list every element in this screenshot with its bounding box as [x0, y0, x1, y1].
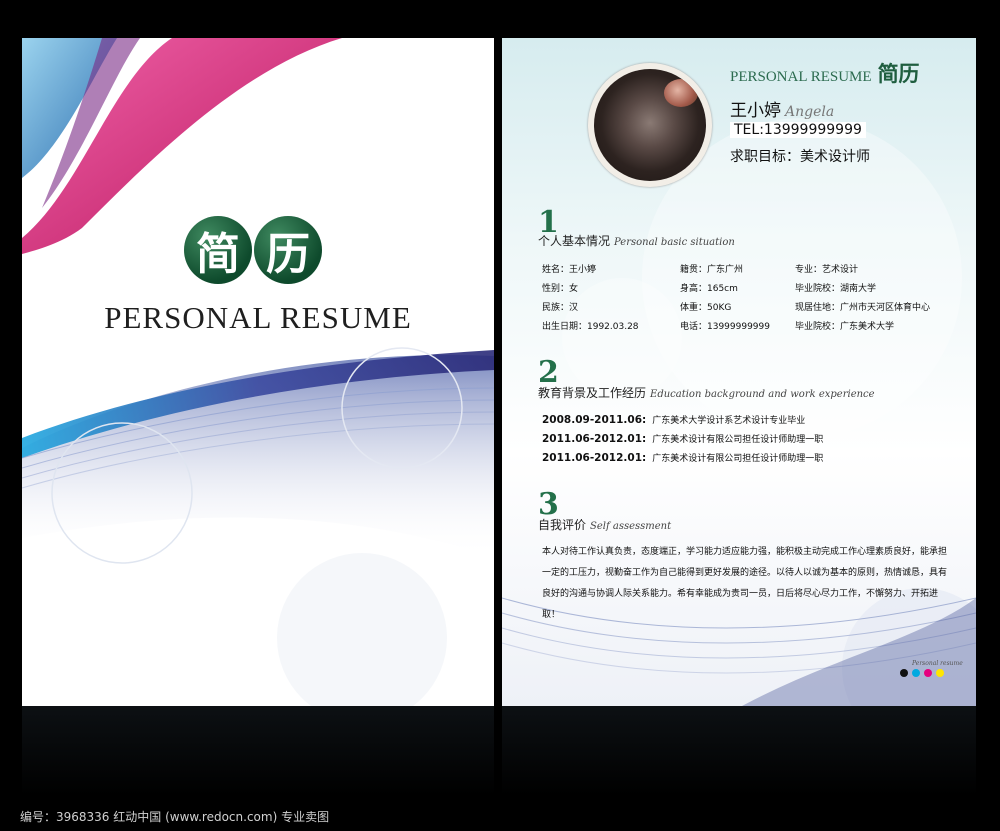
palette-dot-black	[900, 669, 908, 677]
resume-header-cn: 简历	[877, 62, 920, 86]
info-height: 身高：165cm	[680, 284, 738, 294]
education-entry: 2011.06-2012.01: 广东美术设计有限公司担任设计师助理一职	[542, 451, 823, 464]
info-major: 专业：艺术设计	[795, 265, 859, 275]
info-birthdate: 出生日期：1992.03.28	[542, 322, 639, 332]
section-title-basic: 个人基本情况 Personal basic situation	[538, 232, 735, 249]
info-gender: 性别：女	[542, 284, 579, 294]
photo-placeholder-icon	[594, 69, 706, 181]
info-ethnicity: 民族：汉	[542, 303, 579, 313]
candidate-name: 王小婷 Angela	[730, 96, 834, 121]
resume-reflection	[502, 706, 976, 796]
cover-decoration	[22, 38, 494, 706]
info-weight: 体重：50KG	[680, 303, 732, 313]
education-desc: 广东美术大学设计系艺术设计专业毕业	[652, 416, 806, 426]
section-title-cn: 教育背景及工作经历	[538, 386, 647, 400]
section-title-cn: 个人基本情况	[538, 234, 611, 248]
resume-header: PERSONAL RESUME 简历	[730, 58, 920, 88]
info-address: 现居住地：广州市天河区体育中心	[795, 303, 931, 313]
education-date: 2011.06-2012.01:	[542, 433, 647, 445]
cover-page: 简 历 PERSONAL RESUME	[22, 38, 494, 706]
job-goal: 求职目标：美术设计师	[730, 149, 870, 165]
resume-header-en: PERSONAL RESUME	[730, 69, 872, 85]
palette-dot-yellow	[936, 669, 944, 677]
palette-dot-magenta	[924, 669, 932, 677]
watermark-footer: 编号：3968336 红动中国 (www.redocn.com) 专业卖图	[20, 810, 330, 824]
info-hometown: 籍贯：广东广州	[680, 265, 744, 275]
flower-icon	[664, 79, 698, 107]
profile-photo	[588, 63, 712, 187]
palette-dot-cyan	[912, 669, 920, 677]
color-palette: Personal resume	[900, 660, 963, 677]
education-desc: 广东美术设计有限公司担任设计师助理一职	[652, 435, 824, 445]
education-date: 2008.09-2011.06:	[542, 414, 647, 426]
info-graduate-school: 毕业院校：广东美术大学	[795, 322, 895, 332]
self-assessment-text: 本人对待工作认真负责，态度端正，学习能力适应能力强，能积极主动完成工作心理素质良…	[542, 547, 948, 620]
info-school: 毕业院校：湖南大学	[795, 284, 877, 294]
education-desc: 广东美术设计有限公司担任设计师助理一职	[652, 454, 824, 464]
section-title-en: Self assessment	[590, 521, 672, 532]
cover-reflection	[22, 706, 494, 796]
name-cn: 王小婷	[730, 101, 781, 121]
resume-page: PERSONAL RESUME 简历 王小婷 Angela TEL:13999999…	[502, 38, 976, 706]
info-phone: 电话：13999999999	[680, 322, 770, 332]
education-entry: 2011.06-2012.01: 广东美术设计有限公司担任设计师助理一职	[542, 432, 823, 445]
logo-char-li: 历	[254, 216, 322, 284]
logo-char-jian: 简	[184, 216, 252, 284]
section-title-en: Personal basic situation	[614, 237, 735, 248]
name-en: Angela	[785, 104, 835, 120]
info-name: 姓名：王小婷	[542, 265, 597, 275]
section-title-cn: 自我评价	[538, 518, 587, 532]
education-entry: 2008.09-2011.06: 广东美术大学设计系艺术设计专业毕业	[542, 413, 805, 426]
section-title-en: Education background and work experience	[650, 389, 875, 400]
education-date: 2011.06-2012.01:	[542, 452, 647, 464]
palette-label: Personal resume	[912, 660, 963, 667]
section-title-education: 教育背景及工作经历 Education background and work e…	[538, 384, 875, 401]
cover-title: PERSONAL RESUME	[104, 300, 412, 335]
phone-line: TEL:13999999999	[730, 122, 866, 138]
section-title-self: 自我评价 Self assessment	[538, 516, 671, 533]
